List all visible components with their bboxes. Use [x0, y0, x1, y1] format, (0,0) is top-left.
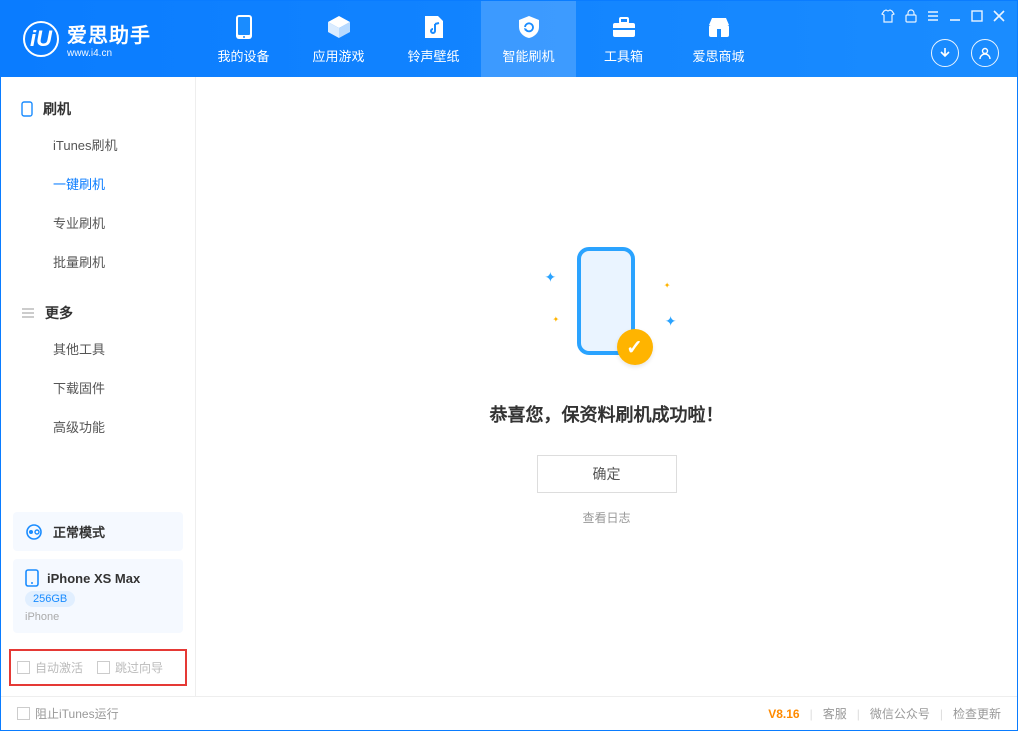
footer-right: V8.16 | 客服 | 微信公众号 | 检查更新: [768, 705, 1001, 722]
checkbox-icon: [17, 661, 30, 674]
success-message: 恭喜您，保资料刷机成功啦！: [490, 401, 724, 427]
main-content: ✦ ✦ ✦ ✦ ✓ 恭喜您，保资料刷机成功啦！ 确定 查看日志: [196, 77, 1017, 696]
nav-tab-ringtone-wallpaper[interactable]: 铃声壁纸: [386, 1, 481, 77]
nav-tab-apps-games[interactable]: 应用游戏: [291, 1, 386, 77]
ok-button[interactable]: 确定: [537, 455, 677, 493]
sidebar-group-more: 更多: [1, 291, 195, 329]
nav-tab-toolbox[interactable]: 工具箱: [576, 1, 671, 77]
checkmark-badge-icon: ✓: [617, 329, 653, 365]
wechat-link[interactable]: 微信公众号: [870, 705, 930, 722]
support-link[interactable]: 客服: [823, 705, 847, 722]
view-log-link[interactable]: 查看日志: [582, 509, 630, 526]
minimize-icon[interactable]: [949, 10, 961, 22]
options-highlight-box: 自动激活 跳过向导: [9, 649, 187, 686]
header: iU 爱思助手 www.i4.cn 我的设备 应用游戏 铃声壁纸 智能刷机: [1, 1, 1017, 77]
sidebar-group-title: 刷机: [43, 99, 71, 119]
mode-indicator[interactable]: 正常模式: [13, 512, 183, 551]
user-button[interactable]: [971, 39, 999, 67]
cube-icon: [326, 14, 352, 40]
sidebar-item-batch-flash[interactable]: 批量刷机: [1, 242, 195, 281]
footer: 阻止iTunes运行 V8.16 | 客服 | 微信公众号 | 检查更新: [1, 696, 1017, 730]
sparkle-icon: ✦: [553, 315, 560, 324]
success-illustration: ✦ ✦ ✦ ✦ ✓: [537, 247, 677, 377]
maximize-icon[interactable]: [971, 10, 983, 22]
nav-label: 我的设备: [217, 46, 269, 65]
nav-label: 工具箱: [604, 46, 643, 65]
sidebar-item-advanced[interactable]: 高级功能: [1, 407, 195, 446]
device-type: iPhone: [25, 611, 171, 623]
toolbox-icon: [611, 14, 637, 40]
download-button[interactable]: [931, 39, 959, 67]
close-icon[interactable]: [993, 10, 1005, 22]
header-actions: [931, 39, 999, 67]
phone-icon: [231, 14, 257, 40]
shield-refresh-icon: [516, 14, 542, 40]
mode-icon: [25, 523, 43, 541]
sidebar-group-title: 更多: [45, 303, 73, 323]
nav-tab-shop[interactable]: 爱思商城: [671, 1, 766, 77]
sidebar-item-itunes-flash[interactable]: iTunes刷机: [1, 125, 195, 164]
sidebar-item-oneclick-flash[interactable]: 一键刷机: [1, 164, 195, 203]
body: 刷机 iTunes刷机 一键刷机 专业刷机 批量刷机 更多 其他工具 下载固件 …: [1, 77, 1017, 696]
logo-icon: iU: [23, 21, 59, 57]
sidebar-group-flash: 刷机: [1, 87, 195, 125]
checkbox-label: 阻止iTunes运行: [35, 705, 119, 722]
app-title: 爱思助手: [67, 19, 151, 48]
window-controls: [881, 9, 1005, 23]
checkbox-icon: [97, 661, 110, 674]
checkbox-auto-activate[interactable]: 自动激活: [17, 659, 83, 676]
checkbox-icon: [17, 707, 30, 720]
checkbox-label: 跳过向导: [115, 659, 163, 676]
checkbox-block-itunes[interactable]: 阻止iTunes运行: [17, 705, 119, 722]
nav-label: 智能刷机: [502, 46, 554, 65]
shop-icon: [706, 14, 732, 40]
list-icon: [21, 307, 35, 319]
sparkle-icon: ✦: [545, 269, 557, 286]
device-name: iPhone XS Max: [47, 571, 140, 586]
checkbox-label: 自动激活: [35, 659, 83, 676]
device-small-icon: [21, 101, 33, 117]
sparkle-icon: ✦: [664, 281, 671, 290]
music-file-icon: [421, 14, 447, 40]
device-panel[interactable]: iPhone XS Max 256GB iPhone: [13, 559, 183, 633]
logo-area: iU 爱思助手 www.i4.cn: [1, 19, 196, 59]
lock-icon[interactable]: [905, 9, 917, 23]
sidebar-item-pro-flash[interactable]: 专业刷机: [1, 203, 195, 242]
app-site: www.i4.cn: [67, 48, 151, 59]
sidebar-item-other-tools[interactable]: 其他工具: [1, 329, 195, 368]
check-update-link[interactable]: 检查更新: [953, 705, 1001, 722]
nav-label: 应用游戏: [312, 46, 364, 65]
device-icon: [25, 569, 39, 587]
tshirt-icon[interactable]: [881, 9, 895, 23]
device-storage-badge: 256GB: [25, 591, 75, 607]
sparkle-icon: ✦: [665, 313, 677, 330]
result-hero: ✦ ✦ ✦ ✦ ✓ 恭喜您，保资料刷机成功啦！ 确定 查看日志: [490, 247, 724, 526]
nav-label: 铃声壁纸: [407, 46, 459, 65]
version-label: V8.16: [768, 707, 799, 721]
nav-tabs: 我的设备 应用游戏 铃声壁纸 智能刷机 工具箱 爱思商城: [196, 1, 766, 77]
menu-icon[interactable]: [927, 10, 939, 22]
app-window: iU 爱思助手 www.i4.cn 我的设备 应用游戏 铃声壁纸 智能刷机: [0, 0, 1018, 731]
nav-tab-smart-flash[interactable]: 智能刷机: [481, 1, 576, 77]
nav-tab-my-device[interactable]: 我的设备: [196, 1, 291, 77]
sidebar-item-download-firmware[interactable]: 下载固件: [1, 368, 195, 407]
checkbox-skip-wizard[interactable]: 跳过向导: [97, 659, 163, 676]
nav-label: 爱思商城: [692, 46, 744, 65]
sidebar: 刷机 iTunes刷机 一键刷机 专业刷机 批量刷机 更多 其他工具 下载固件 …: [1, 77, 196, 696]
mode-label: 正常模式: [53, 522, 105, 541]
